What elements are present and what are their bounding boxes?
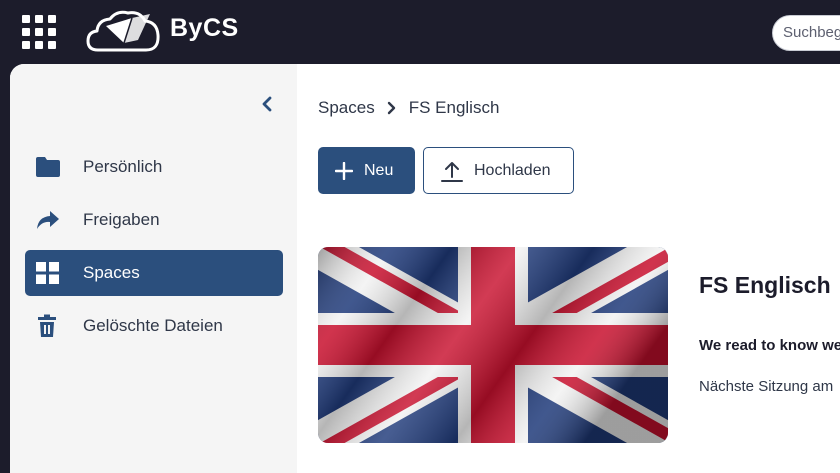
grid-icon	[36, 262, 59, 284]
trash-icon	[38, 314, 56, 337]
brand-name: ByCS	[170, 14, 239, 42]
content-panel: Persönlich Freigaben Spaces Gelöschte Da…	[10, 64, 840, 473]
bycs-logo[interactable]	[86, 8, 162, 54]
new-button-label: Neu	[364, 161, 394, 179]
sidebar-item-freigaben[interactable]: Freigaben	[25, 197, 283, 243]
new-button[interactable]: Neu	[318, 147, 415, 194]
share-icon	[37, 211, 59, 229]
search-field[interactable]	[772, 15, 840, 51]
space-title[interactable]: FS Englisch	[699, 272, 831, 299]
breadcrumb-spaces-link[interactable]: Spaces	[318, 98, 375, 118]
space-cover-image[interactable]	[318, 247, 668, 443]
search-input[interactable]	[773, 16, 840, 49]
upload-button[interactable]: Hochladen	[423, 147, 574, 194]
sidebar: Persönlich Freigaben Spaces Gelöschte Da…	[10, 64, 297, 473]
upload-icon	[441, 161, 463, 182]
breadcrumb: Spaces FS Englisch	[318, 98, 499, 118]
top-bar: ByCS	[0, 0, 840, 64]
breadcrumb-current: FS Englisch	[408, 98, 500, 117]
main-content: Spaces FS Englisch Neu Hochladen FS Engl…	[297, 64, 840, 473]
sidebar-item-label: Persönlich	[83, 157, 163, 176]
sidebar-item-label: Freigaben	[83, 210, 160, 229]
sidebar-item-persoenlich[interactable]: Persönlich	[25, 144, 283, 190]
plus-icon	[335, 161, 353, 180]
upload-button-label: Hochladen	[474, 161, 551, 179]
sidebar-item-geloeschte-dateien[interactable]: Gelöschte Dateien	[25, 303, 283, 349]
sidebar-item-spaces[interactable]: Spaces	[25, 250, 283, 296]
app-launcher-icon[interactable]	[22, 15, 56, 49]
space-description: We read to know we are not alone.	[699, 337, 840, 354]
sidebar-item-label: Gelöschte Dateien	[83, 316, 223, 335]
sidebar-item-label: Spaces	[83, 263, 140, 282]
folder-icon	[36, 157, 60, 177]
chevron-right-icon	[387, 101, 395, 115]
collapse-sidebar-icon[interactable]	[258, 94, 278, 114]
space-next-session: Nächste Sitzung am	[699, 378, 834, 395]
